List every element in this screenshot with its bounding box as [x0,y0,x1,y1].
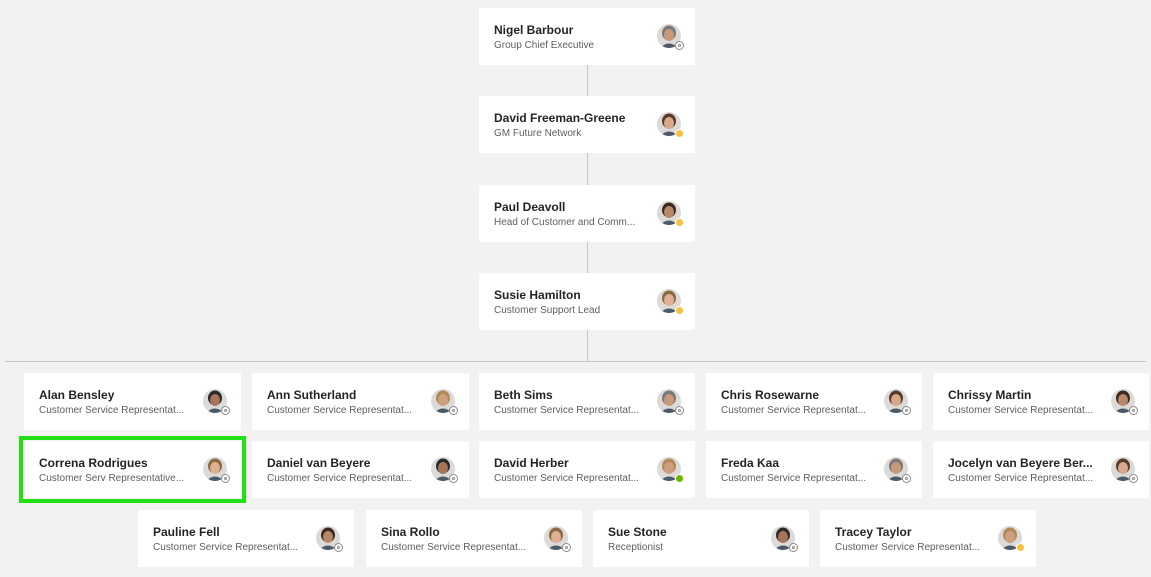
presence-offline-icon [1129,474,1138,483]
person-card-pauline-fell[interactable]: Pauline Fell Customer Service Representat… [138,510,354,567]
person-name: Sue Stone [608,525,667,539]
presence-offline-icon [449,474,458,483]
person-job-title: GM Future Network [494,128,582,139]
person-name: Alan Bensley [39,388,115,402]
presence-away-icon [675,218,684,227]
person-job-title: Customer Service Representat... [835,542,981,553]
presence-away-icon [675,306,684,315]
person-card-sina-rollo[interactable]: Sina Rollo Customer Service Representat..… [366,510,582,567]
person-card-freda-kaa[interactable]: Freda Kaa Customer Service Representat... [706,441,922,498]
presence-offline-icon [221,474,230,483]
presence-offline-icon [902,474,911,483]
person-name: Correna Rodrigues [39,456,148,470]
person-card-david-freeman-greene[interactable]: David Freeman-Greene GM Future Network [479,96,695,153]
person-name: Chris Rosewarne [721,388,820,402]
presence-away-icon [1016,543,1025,552]
person-name: Nigel Barbour [494,23,574,37]
presence-available-icon [675,474,684,483]
person-job-title: Receptionist [608,542,664,553]
person-name: Tracey Taylor [835,525,912,539]
person-card-chris-rosewarne[interactable]: Chris Rosewarne Customer Service Represen… [706,373,922,430]
person-job-title: Customer Service Representat... [153,542,299,553]
person-job-title: Group Chief Executive [494,40,595,51]
person-job-title: Customer Service Representat... [721,473,867,484]
person-job-title: Customer Support Lead [494,305,601,316]
presence-offline-icon [221,406,230,415]
presence-offline-icon [1129,406,1138,415]
presence-offline-icon [334,543,343,552]
person-name: Sina Rollo [381,525,440,539]
presence-offline-icon [789,543,798,552]
person-card-chrissy-martin[interactable]: Chrissy Martin Customer Service Represent… [933,373,1149,430]
person-card-alan-bensley[interactable]: Alan Bensley Customer Service Representat… [24,373,241,430]
person-name: Beth Sims [494,388,553,402]
presence-offline-icon [675,41,684,50]
person-card-susie-hamilton[interactable]: Susie Hamilton Customer Support Lead [479,273,695,330]
presence-away-icon [675,129,684,138]
presence-offline-icon [449,406,458,415]
person-job-title: Customer Service Representat... [267,405,413,416]
person-name: David Herber [494,456,569,470]
person-name: Susie Hamilton [494,288,581,302]
person-job-title: Customer Service Representat... [381,542,527,553]
person-card-tracey-taylor[interactable]: Tracey Taylor Customer Service Representa… [820,510,1036,567]
presence-offline-icon [675,406,684,415]
person-card-paul-deavoll[interactable]: Paul Deavoll Head of Customer and Comm... [479,185,695,242]
person-name: Chrissy Martin [948,388,1032,402]
person-card-david-herber[interactable]: David Herber Customer Service Representat… [479,441,695,498]
person-card-beth-sims[interactable]: Beth Sims Customer Service Representat... [479,373,695,430]
presence-offline-icon [902,406,911,415]
person-name: Ann Sutherland [267,388,357,402]
person-card-ann-sutherland[interactable]: Ann Sutherland Customer Service Represent… [252,373,469,430]
person-job-title: Customer Service Representat... [948,473,1094,484]
person-job-title: Customer Serv Representative... [39,473,185,484]
person-name: Paul Deavoll [494,200,566,214]
person-job-title: Head of Customer and Comm... [494,217,636,228]
person-job-title: Customer Service Representat... [721,405,867,416]
person-job-title: Customer Service Representat... [948,405,1094,416]
person-job-title: Customer Service Representat... [267,473,413,484]
person-card-correna-rodrigues[interactable]: Correna Rodrigues Customer Serv Represent… [19,436,246,503]
person-card-jocelyn-van-beyere-ber[interactable]: Jocelyn van Beyere Ber... Customer Servic… [933,441,1149,498]
person-job-title: Customer Service Representat... [39,405,185,416]
person-name: Pauline Fell [153,525,220,539]
presence-offline-icon [562,543,571,552]
person-job-title: Customer Service Representat... [494,473,640,484]
person-card-sue-stone[interactable]: Sue Stone Receptionist [593,510,809,567]
person-card-daniel-van-beyere[interactable]: Daniel van Beyere Customer Service Repres… [252,441,469,498]
person-name: Freda Kaa [721,456,780,470]
reports-divider-line [5,361,1146,362]
person-card-nigel-barbour[interactable]: Nigel Barbour Group Chief Executive [479,8,695,65]
person-name: Jocelyn van Beyere Ber... [948,456,1093,470]
person-name: Daniel van Beyere [267,456,371,470]
person-job-title: Customer Service Representat... [494,405,640,416]
person-name: David Freeman-Greene [494,111,626,125]
